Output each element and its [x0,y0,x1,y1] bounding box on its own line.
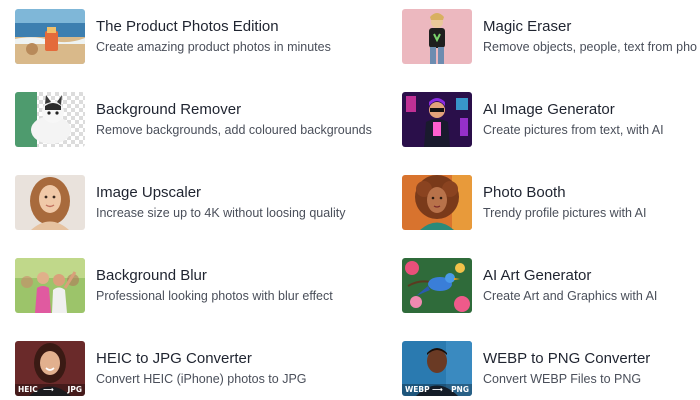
tool-subtitle: Create amazing product photos in minutes [96,40,331,54]
tool-title: HEIC to JPG Converter [96,350,252,367]
tool-title: The Product Photos Edition [96,18,279,35]
tool-title: Background Blur [96,267,207,284]
tool-subtitle: Convert HEIC (iPhone) photos to JPG [96,372,307,386]
bird-flowers-thumbnail [402,258,472,313]
tool-title: Magic Eraser [483,18,572,35]
neon-character-thumbnail [402,92,472,147]
woman-portrait-thumbnail [15,175,85,230]
tool-title: Image Upscaler [96,184,202,201]
tool-magic-eraser[interactable]: Magic Eraser Remove objects, people, tex… [402,9,700,67]
tool-title: Photo Booth [483,184,566,201]
beach-product-thumbnail [15,9,85,64]
tool-ai-image-generator[interactable]: AI Image Generator Create pictures from … [402,92,700,150]
tool-subtitle: Remove backgrounds, add coloured backgro… [96,123,372,137]
festival-crowd-thumbnail [15,258,85,313]
tool-webp-to-png[interactable]: WEBP ⟶ PNG WEBP to PNG Converter Convert… [402,341,700,399]
person-pink-background-thumbnail [402,9,472,64]
tool-product-photos[interactable]: The Product Photos Edition Create amazin… [15,9,400,67]
tool-title: WEBP to PNG Converter [483,350,651,367]
tool-title: Background Remover [96,101,242,118]
tool-ai-art-generator[interactable]: AI Art Generator Create Art and Graphics… [402,258,700,316]
tool-title: AI Image Generator [483,101,615,118]
format-from-label: WEBP [405,385,430,394]
tool-background-blur[interactable]: Background Blur Professional looking pho… [15,258,400,316]
tool-title: AI Art Generator [483,267,592,284]
tool-photo-booth[interactable]: Photo Booth Trendy profile pictures with… [402,175,700,233]
tool-subtitle: Remove objects, people, text from pho [483,40,698,54]
tool-subtitle: Convert WEBP Files to PNG [483,372,642,386]
arrow-right-icon: ⟶ [432,385,443,394]
tool-subtitle: Create Art and Graphics with AI [483,289,658,303]
tool-subtitle: Trendy profile pictures with AI [483,206,647,220]
man-portrait-thumbnail: WEBP ⟶ PNG [402,341,472,396]
tool-subtitle: Professional looking photos with blur ef… [96,289,333,303]
tool-subtitle: Increase size up to 4K without loosing q… [96,206,346,220]
cat-transparent-thumbnail [15,92,85,147]
tool-background-remover[interactable]: Background Remover Remove backgrounds, a… [15,92,400,150]
format-to-label: PNG [451,385,469,394]
tool-heic-to-jpg[interactable]: HEIC ⟶ JPG HEIC to JPG Converter Convert… [15,341,400,399]
arrow-right-icon: ⟶ [43,385,54,394]
format-to-label: JPG [67,385,82,394]
tool-subtitle: Create pictures from text, with AI [483,123,664,137]
format-from-label: HEIC [18,385,38,394]
tools-grid: The Product Photos Edition Create amazin… [0,0,700,400]
tool-image-upscaler[interactable]: Image Upscaler Increase size up to 4K wi… [15,175,400,233]
woman-smiling-thumbnail: HEIC ⟶ JPG [15,341,85,396]
curly-hair-portrait-thumbnail [402,175,472,230]
